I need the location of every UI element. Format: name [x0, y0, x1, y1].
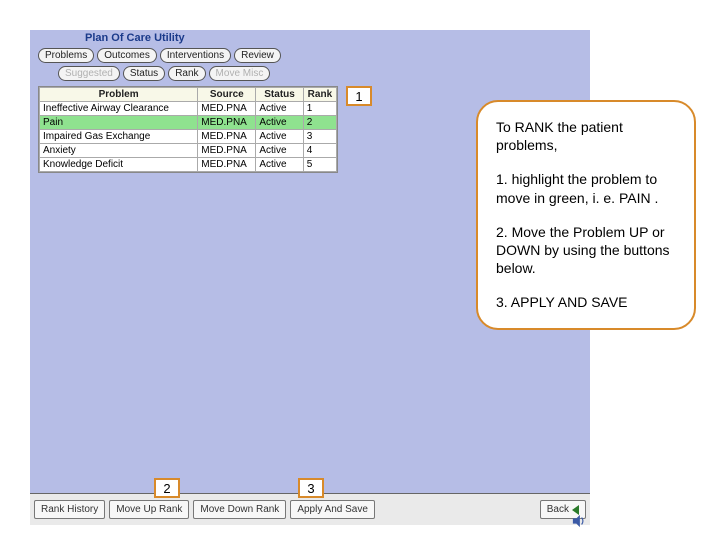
tab-move-misc[interactable]: Move Misc — [209, 66, 271, 81]
cell-problem: Impaired Gas Exchange — [40, 130, 198, 144]
grid-header-row: Problem Source Status Rank — [40, 88, 337, 102]
window-title: Plan Of Care Utility — [85, 32, 185, 44]
cell-status: Active — [256, 130, 303, 144]
cell-source: MED.PNA — [198, 116, 256, 130]
tab-review[interactable]: Review — [234, 48, 281, 63]
marker-2: 2 — [154, 478, 180, 498]
cell-source: MED.PNA — [198, 130, 256, 144]
instruction-callout: To RANK the patient problems, 1. highlig… — [476, 100, 696, 330]
arrow-left-icon — [572, 505, 579, 515]
apply-and-save-button[interactable]: Apply And Save — [290, 500, 375, 519]
table-row[interactable]: Pain MED.PNA Active 2 — [40, 116, 337, 130]
col-header-problem: Problem — [40, 88, 198, 102]
callout-step1: 1. highlight the problem to move in gree… — [496, 170, 676, 206]
table-row[interactable]: Anxiety MED.PNA Active 4 — [40, 144, 337, 158]
tab-rank[interactable]: Rank — [168, 66, 205, 81]
back-label: Back — [547, 504, 569, 515]
cell-rank: 5 — [303, 158, 336, 172]
table-row[interactable]: Impaired Gas Exchange MED.PNA Active 3 — [40, 130, 337, 144]
cell-status: Active — [256, 116, 303, 130]
tab-suggested[interactable]: Suggested — [58, 66, 120, 81]
cell-rank: 2 — [303, 116, 336, 130]
col-header-source: Source — [198, 88, 256, 102]
table-row[interactable]: Ineffective Airway Clearance MED.PNA Act… — [40, 102, 337, 116]
cell-problem: Knowledge Deficit — [40, 158, 198, 172]
cell-source: MED.PNA — [198, 102, 256, 116]
table-row[interactable]: Knowledge Deficit MED.PNA Active 5 — [40, 158, 337, 172]
cell-status: Active — [256, 158, 303, 172]
rank-history-button[interactable]: Rank History — [34, 500, 105, 519]
cell-rank: 1 — [303, 102, 336, 116]
problems-grid: Problem Source Status Rank Ineffective A… — [38, 86, 338, 173]
tab-interventions[interactable]: Interventions — [160, 48, 231, 63]
tab-status[interactable]: Status — [123, 66, 165, 81]
callout-step3: 3. APPLY AND SAVE — [496, 293, 676, 311]
cell-source: MED.PNA — [198, 158, 256, 172]
tabs-secondary: Suggested Status Rank Move Misc — [58, 66, 270, 81]
tabs-primary: Problems Outcomes Interventions Review — [38, 48, 281, 63]
cell-problem: Pain — [40, 116, 198, 130]
cell-rank: 3 — [303, 130, 336, 144]
cell-problem: Anxiety — [40, 144, 198, 158]
tab-outcomes[interactable]: Outcomes — [97, 48, 157, 63]
move-down-rank-button[interactable]: Move Down Rank — [193, 500, 286, 519]
tab-problems[interactable]: Problems — [38, 48, 94, 63]
cell-rank: 4 — [303, 144, 336, 158]
marker-3: 3 — [298, 478, 324, 498]
speaker-icon[interactable] — [572, 514, 586, 528]
callout-intro: To RANK the patient problems, — [496, 118, 676, 154]
col-header-rank: Rank — [303, 88, 336, 102]
cell-source: MED.PNA — [198, 144, 256, 158]
cell-problem: Ineffective Airway Clearance — [40, 102, 198, 116]
marker-1: 1 — [346, 86, 372, 106]
col-header-status: Status — [256, 88, 303, 102]
callout-step2: 2. Move the Problem UP or DOWN by using … — [496, 223, 676, 278]
move-up-rank-button[interactable]: Move Up Rank — [109, 500, 189, 519]
cell-status: Active — [256, 102, 303, 116]
cell-status: Active — [256, 144, 303, 158]
